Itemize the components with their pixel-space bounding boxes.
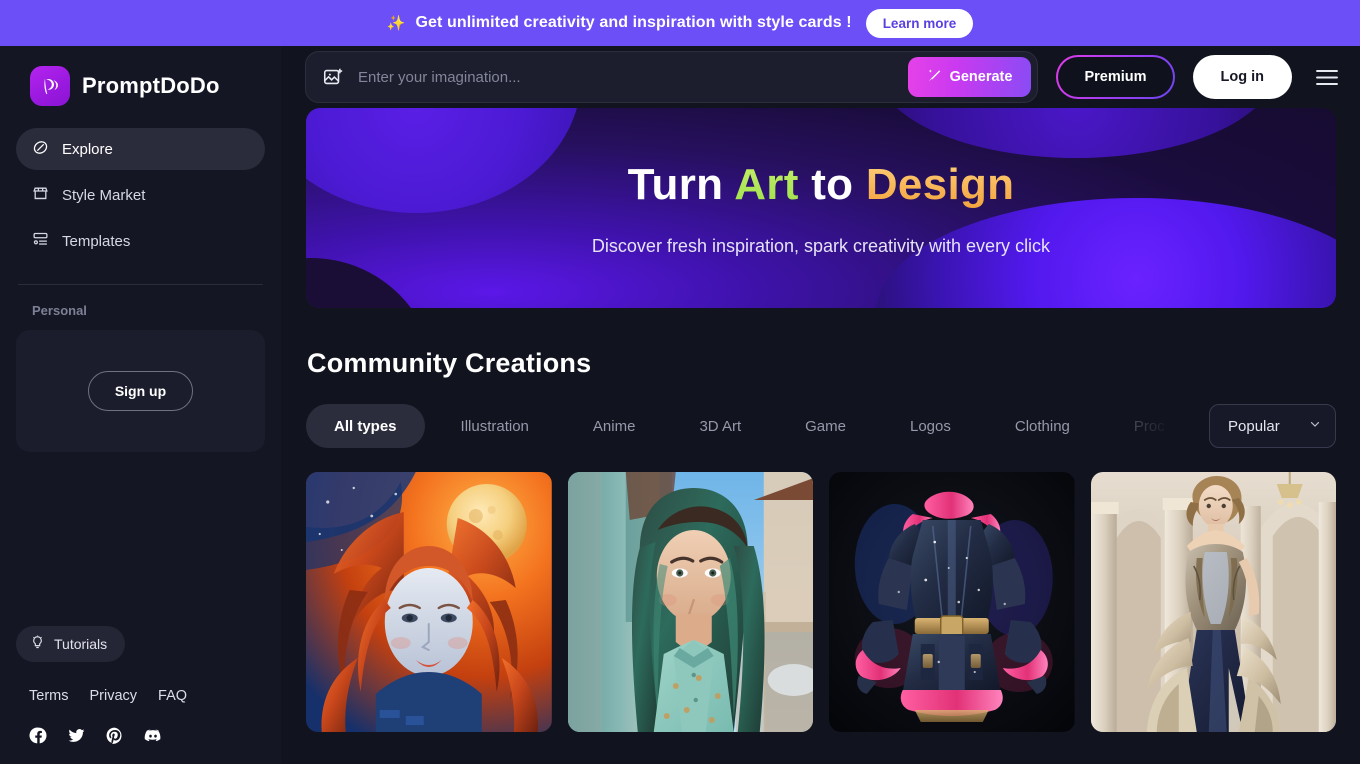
sign-up-button[interactable]: Sign up (87, 371, 194, 411)
search-input[interactable] (358, 68, 894, 86)
section-title-community: Community Creations (307, 348, 592, 378)
sort-dropdown[interactable]: Popular (1209, 404, 1336, 448)
prompt-search-bar[interactable]: Generate (305, 51, 1039, 103)
sidebar: PromptDoDo Explore Style Market Template… (0, 46, 281, 764)
generate-label: Generate (949, 69, 1013, 85)
twitter-icon[interactable] (67, 726, 86, 746)
hero-banner: Turn Art to Design Discover fresh inspir… (306, 108, 1336, 308)
sidebar-item-templates[interactable]: Templates (16, 220, 265, 262)
promo-banner: ✨ Get unlimited creativity and inspirati… (0, 0, 1360, 46)
card-teal-hair-portrait[interactable] (567, 472, 813, 732)
legal-links: Terms Privacy FAQ (16, 688, 265, 704)
topbar: Generate Premium Log in (281, 46, 1360, 108)
hero-subtitle: Discover fresh inspiration, spark creati… (591, 235, 1051, 256)
learn-more-button[interactable]: Learn more (865, 8, 974, 38)
lightbulb-icon (30, 635, 45, 653)
sparkles-icon: ✨ (386, 15, 406, 32)
login-button[interactable]: Log in (1192, 55, 1292, 99)
generate-button[interactable]: Generate (907, 57, 1032, 97)
category-tabs: All types Illustration Anime 3D Art Game… (306, 404, 1199, 448)
tab-logos[interactable]: Logos (882, 404, 979, 448)
chevron-down-icon (1308, 417, 1322, 435)
hero-title: Turn Art to Design (628, 160, 1015, 210)
signup-card: Sign up (16, 330, 265, 452)
card-redhead-moon-illustration[interactable] (306, 472, 552, 732)
faq-link[interactable]: FAQ (158, 688, 187, 704)
tab-all-types[interactable]: All types (306, 404, 425, 448)
storefront-icon (32, 185, 49, 206)
sidebar-footer: Tutorials Terms Privacy FAQ (16, 626, 265, 764)
tab-game[interactable]: Game (777, 404, 874, 448)
brand-name: PromptDoDo (82, 73, 220, 98)
facebook-icon[interactable] (29, 726, 48, 746)
discord-icon[interactable] (143, 726, 163, 746)
tab-anime[interactable]: Anime (565, 404, 664, 448)
sidebar-item-label: Templates (62, 232, 131, 250)
sidebar-item-label: Style Market (62, 186, 146, 204)
social-links (16, 726, 265, 746)
brand[interactable]: PromptDoDo (16, 46, 265, 128)
sidebar-nav: Explore Style Market Templates (16, 128, 265, 262)
tab-3d-art[interactable]: 3D Art (671, 404, 769, 448)
pinterest-icon[interactable] (105, 726, 124, 746)
hero-title-part2: to (798, 159, 866, 209)
promo-text: Get unlimited creativity and inspiration… (415, 14, 852, 31)
hero-title-design: Design (865, 159, 1015, 209)
card-fashion-gown-model[interactable] (1090, 472, 1336, 732)
creations-grid (306, 472, 1336, 732)
tab-illustration[interactable]: Illustration (433, 404, 557, 448)
sort-value: Popular (1228, 417, 1280, 435)
templates-icon (32, 231, 49, 252)
sidebar-item-explore[interactable]: Explore (16, 128, 265, 170)
promptdodo-logo-icon (30, 66, 70, 106)
hero-title-part1: Turn (627, 159, 735, 209)
compass-icon (32, 139, 49, 160)
tutorials-label: Tutorials (54, 636, 108, 652)
sidebar-item-style-market[interactable]: Style Market (16, 174, 265, 216)
tab-product[interactable]: Proc (1106, 404, 1193, 448)
card-fantasy-armor-jacket[interactable] (829, 472, 1075, 732)
hero-title-art: Art (734, 159, 799, 209)
terms-link[interactable]: Terms (29, 688, 68, 704)
tab-clothing[interactable]: Clothing (987, 404, 1098, 448)
content-scroll-area: Turn Art to Design Discover fresh inspir… (281, 108, 1360, 764)
main-area: Generate Premium Log in (281, 46, 1360, 764)
privacy-link[interactable]: Privacy (89, 688, 137, 704)
magic-wand-icon (927, 68, 942, 87)
tutorials-button[interactable]: Tutorials (16, 626, 126, 662)
hamburger-menu-icon[interactable] (1310, 63, 1344, 92)
filter-row: All types Illustration Anime 3D Art Game… (306, 403, 1336, 449)
premium-button[interactable]: Premium (1056, 55, 1174, 99)
sidebar-section-label: Personal (32, 303, 87, 318)
app-shell: PromptDoDo Explore Style Market Template… (0, 46, 1360, 764)
sidebar-item-label: Explore (62, 140, 113, 158)
image-upload-icon[interactable] (322, 66, 344, 88)
